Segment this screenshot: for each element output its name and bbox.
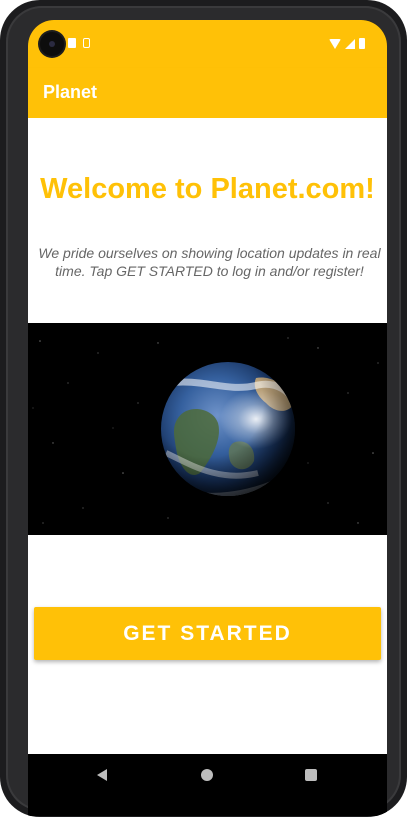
notification-icon xyxy=(83,38,90,48)
app-title: Planet xyxy=(43,82,98,102)
earth-illustration xyxy=(28,323,387,535)
back-icon[interactable] xyxy=(97,769,107,781)
globe xyxy=(161,362,295,496)
front-camera xyxy=(40,32,64,56)
wifi-icon xyxy=(329,38,341,49)
welcome-heading: Welcome to Planet.com! xyxy=(40,173,375,205)
earth-image xyxy=(28,323,387,535)
battery-icon xyxy=(359,38,365,49)
app-bar: Planet xyxy=(28,68,387,118)
get-started-button[interactable]: GET STARTED xyxy=(34,607,381,660)
phone-frame: Planet Welcome to Planet.com! We pride o… xyxy=(0,0,407,817)
status-right-icons xyxy=(329,38,365,49)
cell-signal-icon xyxy=(345,38,355,49)
home-icon[interactable] xyxy=(201,769,213,781)
status-bar xyxy=(28,20,387,68)
sim-card-icon xyxy=(68,38,76,48)
main-content: Welcome to Planet.com! We pride ourselve… xyxy=(28,118,387,754)
tagline-text: We pride ourselves on showing location u… xyxy=(38,245,381,279)
screen: Planet Welcome to Planet.com! We pride o… xyxy=(28,20,387,816)
status-left-icons xyxy=(68,38,90,48)
recents-icon[interactable] xyxy=(305,769,317,781)
system-nav-bar xyxy=(28,754,387,816)
